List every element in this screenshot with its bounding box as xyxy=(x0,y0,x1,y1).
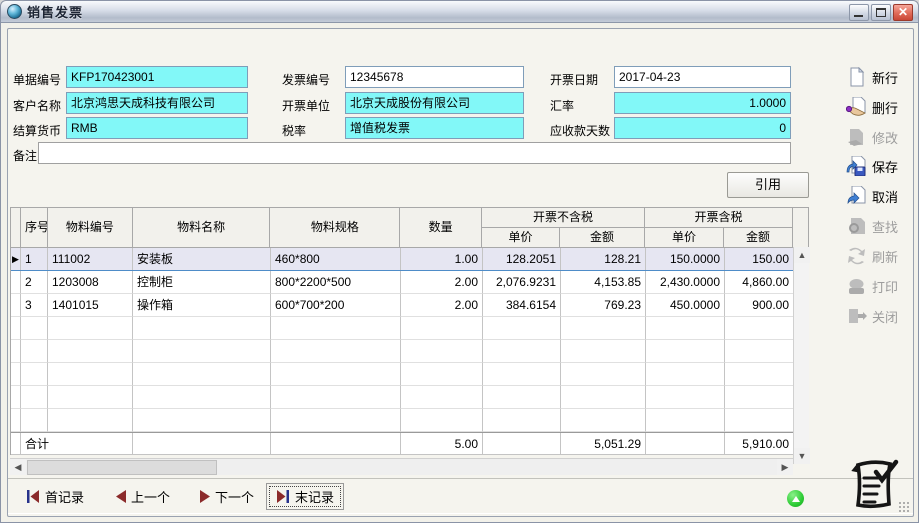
tax-rate-label: 税率 xyxy=(282,122,306,139)
scroll-down-icon[interactable]: ▼ xyxy=(794,448,810,464)
save-icon xyxy=(846,156,867,176)
total-amount-excl: 5,051.29 xyxy=(561,433,646,455)
save-button[interactable]: 保存 xyxy=(846,154,919,178)
col-header-spec[interactable]: 物料规格 xyxy=(270,208,400,248)
col-header-name[interactable]: 物料名称 xyxy=(133,208,271,248)
invoice-date-label: 开票日期 xyxy=(550,71,598,88)
col-header-amount-excl[interactable]: 金额 xyxy=(560,228,645,248)
invoice-line-table: 序号 物料编号 物料名称 物料规格 数量 开票不含税 单价 金额 开票含税 单价 xyxy=(10,207,809,455)
col-header-seq[interactable]: 序号 xyxy=(21,208,48,248)
resize-grip[interactable] xyxy=(898,501,910,513)
total-label: 合计 xyxy=(21,433,133,455)
col-header-amount-incl[interactable]: 金额 xyxy=(724,228,793,248)
last-record-icon xyxy=(276,490,290,503)
col-header-qty[interactable]: 数量 xyxy=(400,208,482,248)
close-window-button[interactable]: ✕ xyxy=(893,4,913,21)
table-horizontal-scrollbar[interactable]: ◀ ▶ xyxy=(10,458,793,475)
horizontal-scroll-thumb[interactable] xyxy=(27,460,217,475)
table-vertical-scrollbar[interactable]: ▲ ▼ xyxy=(793,247,809,464)
total-qty: 5.00 xyxy=(401,433,483,455)
table-row-2[interactable]: 2 1203008 控制柜 800*2200*500 2.00 2,076.92… xyxy=(11,271,809,294)
maximize-icon xyxy=(876,8,886,17)
close-form-icon xyxy=(846,306,867,326)
next-record-button[interactable]: 下一个 xyxy=(200,487,254,506)
currency-field[interactable]: RMB xyxy=(66,117,248,139)
previous-record-button[interactable]: 上一个 xyxy=(116,487,170,506)
group-header-excl-tax[interactable]: 开票不含税 xyxy=(482,208,645,228)
table-row-empty[interactable] xyxy=(11,386,809,409)
maximize-button[interactable] xyxy=(871,4,891,21)
find-icon xyxy=(846,216,867,236)
print-icon xyxy=(846,276,867,296)
table-row-empty[interactable] xyxy=(11,317,809,340)
invoice-number-label: 发票编号 xyxy=(282,71,330,88)
window-title: 销售发票 xyxy=(27,2,83,21)
first-record-button[interactable]: 首记录 xyxy=(26,487,84,506)
customer-name-field[interactable]: 北京鸿思天成科技有限公司 xyxy=(66,92,248,114)
last-record-button[interactable]: 末记录 xyxy=(266,483,344,510)
minimize-icon xyxy=(854,15,863,17)
minimize-button[interactable] xyxy=(849,4,869,21)
receivable-days-label: 应收款天数 xyxy=(550,122,610,139)
invoice-number-field[interactable]: 12345678 xyxy=(345,66,524,88)
app-globe-icon xyxy=(7,4,22,19)
col-header-unitprice-incl[interactable]: 单价 xyxy=(645,228,724,248)
current-row-indicator: ▶ xyxy=(11,248,21,270)
table-row-empty[interactable] xyxy=(11,409,809,432)
doc-number-label: 单据编号 xyxy=(13,71,61,88)
modify-button[interactable]: 修改 xyxy=(846,125,919,149)
billing-unit-field[interactable]: 北京天成股份有限公司 xyxy=(345,92,524,114)
table-row-1[interactable]: ▶ 1 111002 安装板 460*800 1.00 128.2051 128… xyxy=(11,248,809,271)
content-panel: 单据编号 KFP170423001 客户名称 北京鸿思天成科技有限公司 结算货币… xyxy=(7,28,914,517)
total-amount-incl: 5,910.00 xyxy=(725,433,794,455)
billing-unit-label: 开票单位 xyxy=(282,97,330,114)
title-bar: 销售发票 ✕ xyxy=(1,1,918,23)
exchange-rate-label: 汇率 xyxy=(550,97,574,114)
remark1-field[interactable] xyxy=(38,142,791,164)
delete-row-icon xyxy=(846,97,867,117)
table-row-empty[interactable] xyxy=(11,363,809,386)
col-header-code[interactable]: 物料编号 xyxy=(48,208,133,248)
doc-number-field[interactable]: KFP170423001 xyxy=(66,66,248,88)
cancel-icon xyxy=(846,186,867,206)
first-record-icon xyxy=(26,490,40,503)
notepad-check-icon xyxy=(848,456,900,512)
table-row-3[interactable]: 3 1401015 操作箱 600*700*200 2.00 384.6154 … xyxy=(11,294,809,317)
currency-label: 结算货币 xyxy=(13,122,61,139)
sales-invoice-window: 销售发票 ✕ 单据编号 KFP170423001 客户名称 北京鸿思天成科技有限… xyxy=(0,0,919,523)
modify-icon xyxy=(846,127,867,147)
cancel-button[interactable]: 取消 xyxy=(846,184,919,208)
previous-record-icon xyxy=(116,490,126,503)
col-header-unitprice-excl[interactable]: 单价 xyxy=(482,228,560,248)
table-header: 序号 物料编号 物料名称 物料规格 数量 开票不含税 单价 金额 开票含税 单价 xyxy=(10,207,809,248)
group-header-incl-tax[interactable]: 开票含税 xyxy=(645,208,793,228)
exchange-rate-field[interactable]: 1.0000 xyxy=(614,92,791,114)
table-row-empty[interactable] xyxy=(11,340,809,363)
status-green-icon xyxy=(787,490,804,507)
customer-name-label: 客户名称 xyxy=(13,97,61,114)
scroll-left-icon[interactable]: ◀ xyxy=(10,459,26,475)
new-row-button[interactable]: 新行 xyxy=(846,65,919,89)
reference-button[interactable]: 引用 xyxy=(727,172,809,198)
scroll-up-icon[interactable]: ▲ xyxy=(794,247,810,263)
scroll-right-icon[interactable]: ▶ xyxy=(777,459,793,475)
record-navigation-bar: 首记录 上一个 下一个 末记录 xyxy=(8,478,913,514)
refresh-icon xyxy=(846,246,867,266)
invoice-date-field[interactable]: 2017-04-23 xyxy=(614,66,791,88)
next-record-icon xyxy=(200,490,210,503)
refresh-button[interactable]: 刷新 xyxy=(846,244,919,268)
close-button[interactable]: 关闭 xyxy=(846,304,919,328)
find-button[interactable]: 查找 xyxy=(846,214,919,238)
tax-rate-field[interactable]: 增值税发票 xyxy=(345,117,524,139)
delete-row-button[interactable]: 删行 xyxy=(846,95,919,119)
print-button[interactable]: 打印 xyxy=(846,274,919,298)
receivable-days-field[interactable]: 0 xyxy=(614,117,791,139)
close-icon: ✕ xyxy=(894,5,912,20)
table-total-row: 合计 5.00 5,051.29 5,910.00 xyxy=(11,432,809,455)
new-row-icon xyxy=(846,67,867,87)
